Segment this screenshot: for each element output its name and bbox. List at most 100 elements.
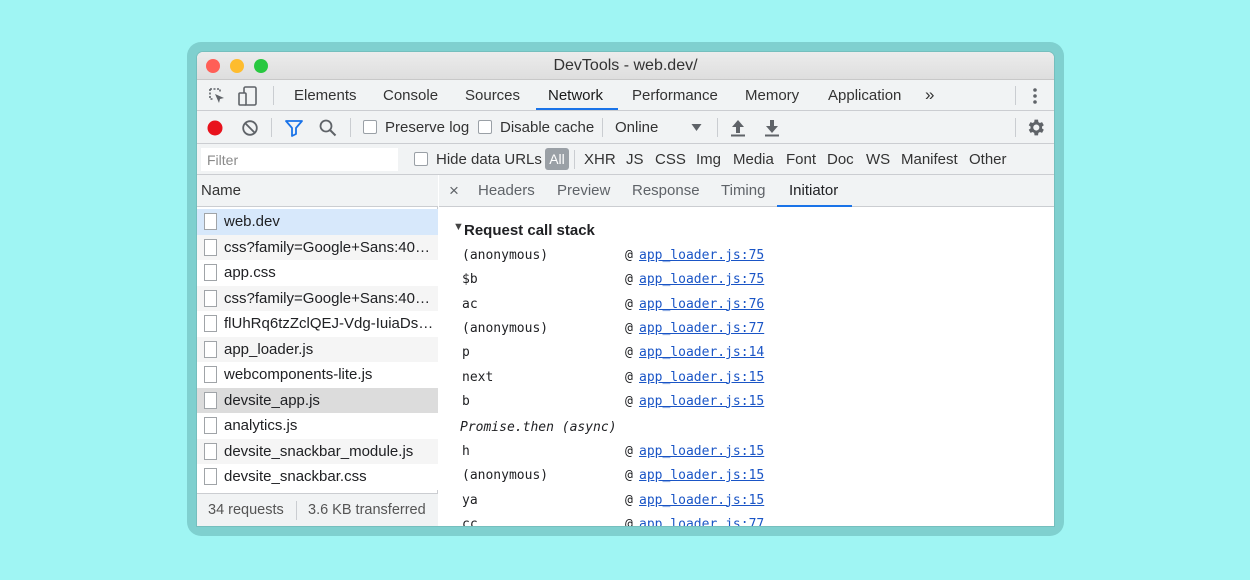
request-row[interactable]: devsite_app.js xyxy=(197,387,438,413)
settings-gear-icon[interactable] xyxy=(1025,117,1046,138)
stack-frame-function: (anonymous) xyxy=(462,248,549,263)
record-icon[interactable] xyxy=(206,119,224,137)
tab-initiator[interactable]: Initiator xyxy=(789,182,838,199)
more-tabs-button[interactable]: » xyxy=(925,85,934,105)
document-file-icon xyxy=(204,442,217,460)
disclosure-triangle-icon[interactable]: ▼ xyxy=(453,221,464,233)
stack-frame-source-link[interactable]: app_loader.js:15 xyxy=(639,394,764,409)
divider xyxy=(602,118,603,137)
request-row[interactable]: css?family=Google+Sans:400,500|Roboto xyxy=(197,234,438,260)
stack-frame-function: ya xyxy=(462,492,478,508)
upload-icon[interactable] xyxy=(729,118,747,138)
stack-frame-source-link[interactable]: app_loader.js:77 xyxy=(639,321,764,336)
stack-frame-source-link[interactable]: app_loader.js:75 xyxy=(639,272,764,287)
request-row[interactable]: web.dev xyxy=(197,209,438,235)
transferred-size: 3.6 KB transferred xyxy=(308,502,426,518)
stack-frame-at: @ xyxy=(625,320,633,336)
tab-preview[interactable]: Preview xyxy=(557,182,610,199)
type-filter-xhr[interactable]: XHR xyxy=(584,151,616,168)
filter-icon[interactable] xyxy=(284,119,304,137)
type-filter-other[interactable]: Other xyxy=(969,151,1007,168)
kebab-menu-icon[interactable] xyxy=(1030,87,1040,105)
type-filter-css[interactable]: CSS xyxy=(655,151,686,168)
type-filter-manifest[interactable]: Manifest xyxy=(901,151,958,168)
stack-frame-at: @ xyxy=(625,468,633,484)
tab-elements[interactable]: Elements xyxy=(294,87,357,104)
request-row[interactable]: app_loader.js xyxy=(197,336,438,362)
stack-frame-source-link[interactable]: app_loader.js:15 xyxy=(639,370,764,385)
stack-frame-function: h xyxy=(462,443,470,459)
stack-frame-source-link[interactable]: app_loader.js:75 xyxy=(639,248,764,263)
type-filter-media[interactable]: Media xyxy=(733,151,774,168)
request-name: flUhRq6tzZclQEJ-Vdg-IuiaDsNcIhQ8tQ.woff2 xyxy=(224,315,434,332)
divider xyxy=(574,150,575,169)
request-name: webcomponents-lite.js xyxy=(224,366,373,383)
document-file-icon xyxy=(204,289,217,307)
hide-data-urls-checkbox[interactable] xyxy=(414,152,428,166)
stack-frame-source-link[interactable]: app_loader.js:77 xyxy=(639,517,764,526)
stack-frame-source-link[interactable]: app_loader.js:15 xyxy=(639,493,764,508)
filter-input[interactable] xyxy=(201,148,398,171)
divider xyxy=(296,501,297,520)
tab-sources[interactable]: Sources xyxy=(465,87,520,104)
document-file-icon xyxy=(204,315,217,332)
document-file-icon xyxy=(204,391,217,409)
type-filter-doc[interactable]: Doc xyxy=(827,151,854,168)
main-tabs-bar: Elements Console Sources Network Perform… xyxy=(197,80,1054,111)
filter-bar: Hide data URLs All XHR JS CSS Img Media … xyxy=(197,144,1054,175)
request-row[interactable]: devsite_snackbar.css xyxy=(197,464,438,490)
stack-frame-source-link[interactable]: app_loader.js:15 xyxy=(639,444,764,459)
tab-headers[interactable]: Headers xyxy=(478,182,535,199)
request-row[interactable]: webcomponents-lite.js xyxy=(197,362,438,388)
stack-frame-function: cc xyxy=(462,516,478,526)
download-icon[interactable] xyxy=(763,118,781,138)
hide-data-urls-label: Hide data URLs xyxy=(436,151,542,168)
stack-frame-at: @ xyxy=(625,248,633,263)
tab-network[interactable]: Network xyxy=(548,87,603,104)
stack-frame-source-link[interactable]: app_loader.js:76 xyxy=(639,297,764,312)
tab-console[interactable]: Console xyxy=(383,87,438,104)
request-name: app.css xyxy=(224,264,276,281)
close-details-button[interactable]: × xyxy=(449,181,459,201)
tab-performance[interactable]: Performance xyxy=(632,87,718,104)
tab-memory[interactable]: Memory xyxy=(745,87,799,104)
type-filter-ws[interactable]: WS xyxy=(866,151,890,168)
disable-cache-label: Disable cache xyxy=(500,119,595,136)
inspect-icon[interactable] xyxy=(207,86,227,106)
search-icon[interactable] xyxy=(318,118,338,138)
device-toggle-icon[interactable] xyxy=(237,85,259,107)
divider xyxy=(350,118,351,137)
type-filter-img[interactable]: Img xyxy=(696,151,721,168)
tab-timing[interactable]: Timing xyxy=(721,182,765,199)
tab-response[interactable]: Response xyxy=(632,182,700,199)
document-file-icon xyxy=(204,366,217,383)
divider xyxy=(717,118,718,137)
tab-application[interactable]: Application xyxy=(828,87,901,104)
stack-frame-function: p xyxy=(462,345,470,361)
throttling-select[interactable]: Online xyxy=(615,119,658,136)
document-file-icon xyxy=(204,264,217,281)
stack-frame-source-link[interactable]: app_loader.js:15 xyxy=(639,468,764,483)
type-filter-font[interactable]: Font xyxy=(786,151,816,168)
request-row[interactable]: devsite_snackbar_module.js xyxy=(197,438,438,464)
divider xyxy=(1015,118,1016,137)
title-bar: DevTools - web.dev/ xyxy=(197,52,1054,80)
name-column-header[interactable]: Name xyxy=(197,175,438,207)
request-row[interactable]: flUhRq6tzZclQEJ-Vdg-IuiaDsNcIhQ8tQ.woff2 xyxy=(197,311,438,337)
clear-icon[interactable] xyxy=(241,119,259,137)
document-file-icon xyxy=(204,213,217,230)
type-filter-all[interactable]: All xyxy=(545,148,569,170)
request-row[interactable]: css?family=Google+Sans:400,500|Roboto xyxy=(197,285,438,311)
stack-frame-source-link[interactable]: app_loader.js:14 xyxy=(639,345,764,360)
network-toolbar: Preserve log Disable cache Online xyxy=(197,111,1054,144)
chevron-down-icon[interactable] xyxy=(691,123,702,132)
type-filter-js[interactable]: JS xyxy=(626,151,644,168)
stack-frame-at: @ xyxy=(625,443,633,459)
document-file-icon xyxy=(204,340,217,358)
request-name: web.dev xyxy=(224,213,280,230)
request-row[interactable]: app.css xyxy=(197,260,438,286)
preserve-log-checkbox[interactable] xyxy=(363,120,377,134)
disable-cache-checkbox[interactable] xyxy=(478,120,492,134)
request-name: css?family=Google+Sans:400,500|Roboto xyxy=(224,238,434,256)
request-row[interactable]: analytics.js xyxy=(197,413,438,439)
